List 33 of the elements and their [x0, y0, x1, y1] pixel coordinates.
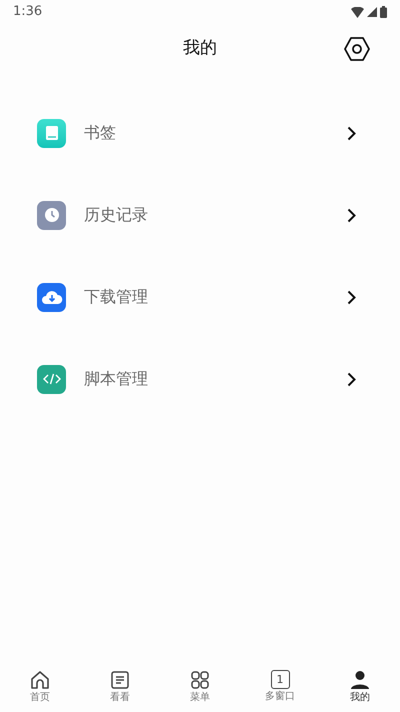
nav-tab[interactable]: 我的 — [320, 668, 400, 712]
chevron-right-icon — [347, 126, 356, 140]
menu-label: 下载管理 — [84, 286, 149, 308]
nav-tab[interactable]: 首页 — [0, 668, 80, 712]
document-icon — [110, 670, 130, 690]
menu-item[interactable]: 历史记录 — [0, 174, 400, 256]
menu-item[interactable]: 脚本管理 — [0, 338, 400, 420]
menu-label: 书签 — [84, 122, 117, 144]
home-icon — [30, 670, 50, 690]
window-count: 1 — [270, 670, 290, 689]
nav-tab[interactable]: 看看 — [80, 668, 160, 712]
grid-icon — [190, 670, 210, 690]
clock-icon — [37, 200, 66, 230]
menu-label: 历史记录 — [84, 204, 149, 226]
menu-label: 脚本管理 — [84, 368, 149, 390]
page-title: 我的 — [183, 37, 217, 60]
chevron-right-icon — [347, 208, 356, 222]
book-icon — [37, 118, 66, 148]
status-time: 1:36 — [13, 3, 42, 22]
cloud-download-icon — [37, 282, 66, 312]
settings-icon — [344, 36, 370, 62]
wifi-icon — [351, 6, 364, 18]
menu-item[interactable]: 下载管理 — [0, 256, 400, 338]
nav-tab[interactable]: 1 多窗口 — [240, 668, 320, 712]
chevron-right-icon — [347, 290, 356, 304]
chevron-right-icon — [347, 372, 356, 386]
code-icon — [37, 364, 66, 394]
settings-button[interactable] — [344, 36, 370, 62]
menu-item[interactable]: 书签 — [0, 92, 400, 174]
nav-tab[interactable]: 菜单 — [160, 668, 240, 712]
battery-icon — [380, 6, 387, 18]
signal-icon — [367, 7, 377, 17]
person-icon — [350, 670, 370, 690]
